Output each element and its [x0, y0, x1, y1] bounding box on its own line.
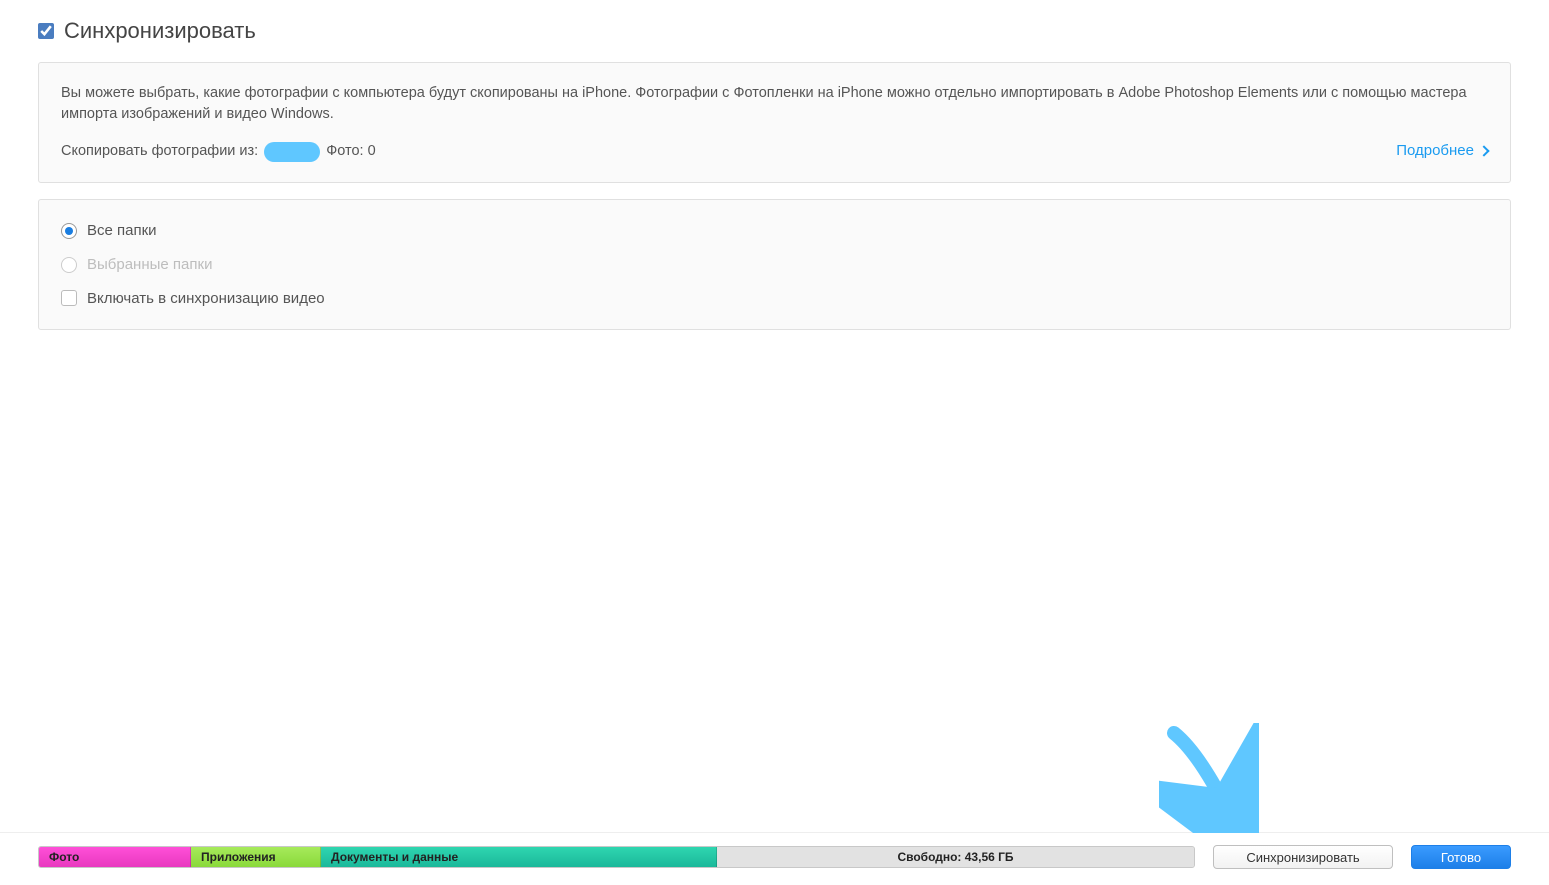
main-content: Синхронизировать Вы можете выбрать, каки…	[0, 0, 1549, 832]
label-all-folders: Все папки	[87, 220, 157, 242]
title-row: Синхронизировать	[38, 18, 1511, 44]
done-button[interactable]: Готово	[1411, 845, 1511, 869]
info-panel: Вы можете выбрать, какие фотографии с ко…	[38, 62, 1511, 183]
storage-bar: Фото Приложения Документы и данные Свобо…	[38, 846, 1195, 868]
sync-checkbox[interactable]	[38, 23, 54, 39]
storage-segment-apps[interactable]: Приложения	[191, 847, 321, 867]
option-selected-folders-row: Выбранные папки	[61, 254, 1488, 276]
photo-count: Фото: 0	[326, 141, 375, 162]
storage-segment-photo[interactable]: Фото	[39, 847, 191, 867]
radio-all-folders[interactable]	[61, 223, 77, 239]
footer: Фото Приложения Документы и данные Свобо…	[0, 832, 1549, 885]
sync-button[interactable]: Синхронизировать	[1213, 845, 1393, 869]
radio-selected-folders	[61, 257, 77, 273]
label-selected-folders: Выбранные папки	[87, 254, 212, 276]
option-include-videos-row: Включать в синхронизацию видео	[61, 288, 1488, 310]
learn-more-label: Подробнее	[1396, 140, 1474, 162]
checkbox-include-videos[interactable]	[61, 290, 77, 306]
chevron-right-icon	[1478, 146, 1489, 157]
source-folder-redacted[interactable]	[264, 142, 320, 162]
section-title: Синхронизировать	[64, 18, 256, 44]
copy-from-row: Скопировать фотографии из: Фото: 0	[61, 141, 1488, 162]
learn-more-link[interactable]: Подробнее	[1396, 140, 1488, 162]
storage-segment-docs[interactable]: Документы и данные	[321, 847, 717, 867]
info-description: Вы можете выбрать, какие фотографии с ко…	[61, 83, 1488, 125]
option-all-folders-row: Все папки	[61, 220, 1488, 242]
copy-from-label: Скопировать фотографии из:	[61, 141, 258, 162]
label-include-videos: Включать в синхронизацию видео	[87, 288, 325, 310]
options-panel: Все папки Выбранные папки Включать в син…	[38, 199, 1511, 330]
storage-segment-free: Свободно: 43,56 ГБ	[717, 847, 1194, 867]
